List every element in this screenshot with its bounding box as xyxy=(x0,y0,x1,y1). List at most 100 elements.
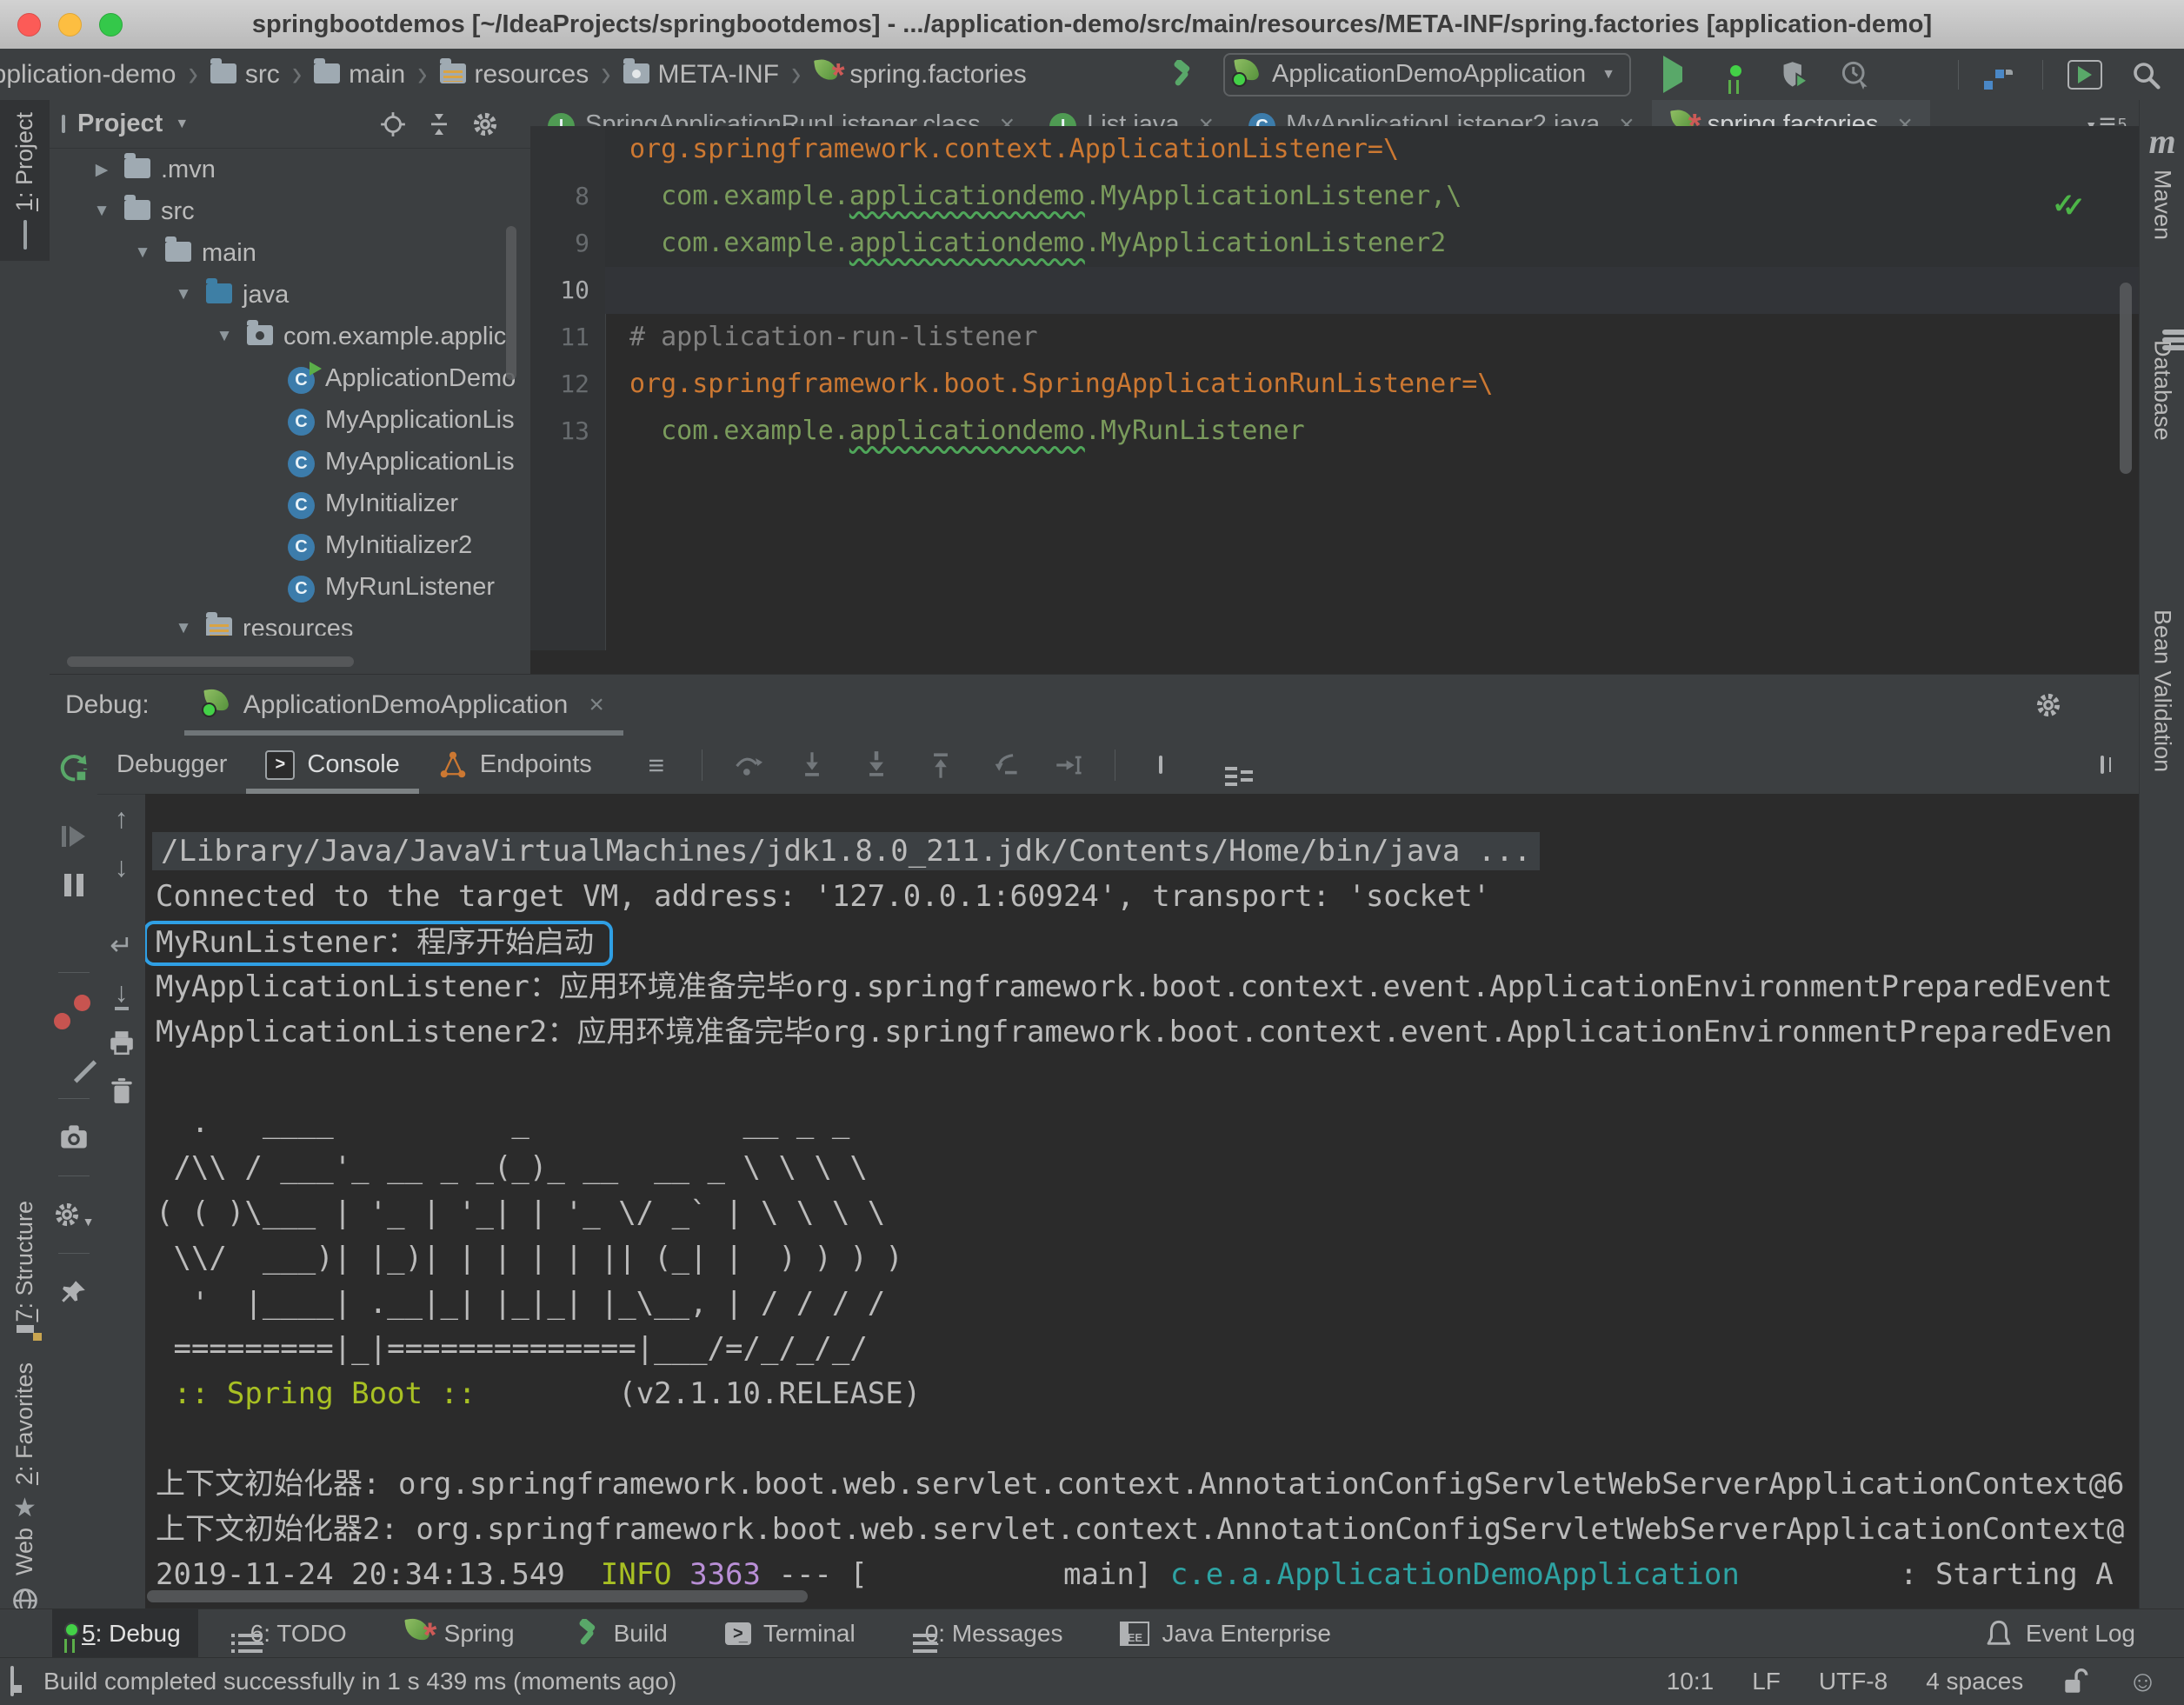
breadcrumb-item[interactable]: *spring.factories xyxy=(813,57,1026,92)
code-line[interactable]: 12org.springframework.boot.SpringApplica… xyxy=(530,361,2139,408)
tree-row[interactable]: ▼resources xyxy=(50,608,530,636)
layout-settings-button[interactable] xyxy=(1206,746,1244,784)
tree-vertical-scrollbar[interactable] xyxy=(506,226,516,380)
debugger-settings-button[interactable]: ▼ xyxy=(55,1195,93,1234)
chevron-expanded-icon[interactable]: ▼ xyxy=(90,202,114,221)
clear-console-button[interactable] xyxy=(103,1072,141,1110)
indent-widget[interactable]: 4 spaces xyxy=(1926,1668,2023,1695)
drop-frame-button[interactable] xyxy=(986,746,1024,784)
toolwindow-button-debug[interactable]: 5: Debug xyxy=(52,1609,198,1658)
toolwindow-button-todo[interactable]: 6: TODO xyxy=(221,1609,364,1658)
build-project-button[interactable] xyxy=(1162,56,1201,94)
tree-row[interactable]: CMyInitializer2 xyxy=(50,524,530,566)
breadcrumb-item[interactable]: src xyxy=(210,59,280,90)
search-everywhere-button[interactable] xyxy=(2127,56,2165,94)
prev-occurrence-button[interactable]: ↑ xyxy=(103,799,141,837)
pin-tab-button[interactable] xyxy=(55,1273,93,1311)
layout-options-button[interactable]: ≡ xyxy=(637,746,676,784)
tree-row[interactable]: ▶.mvn xyxy=(50,149,530,190)
sidebar-item-project[interactable]: 1: Project xyxy=(0,100,50,261)
scroll-to-end-button[interactable]: ↓ xyxy=(103,975,141,1013)
chevron-expanded-icon[interactable]: ▼ xyxy=(212,327,236,346)
editor-vertical-scrollbar[interactable] xyxy=(2120,283,2132,474)
tree-row[interactable]: CMyRunListener xyxy=(50,566,530,608)
sidebar-item-bean-validation[interactable]: Bean Validation xyxy=(2140,587,2184,784)
console-horizontal-scrollbar[interactable] xyxy=(147,1590,808,1602)
code-line[interactable]: 11# application-run-listener xyxy=(530,314,2139,361)
thread-dump-button[interactable] xyxy=(55,1118,93,1156)
step-over-button[interactable] xyxy=(729,746,767,784)
debug-settings-button[interactable] xyxy=(2034,691,2062,719)
breadcrumb-item[interactable]: main xyxy=(314,59,405,90)
close-icon[interactable]: × xyxy=(589,692,604,718)
code-line[interactable]: 9 com.example.applicationdemo.MyApplicat… xyxy=(530,220,2139,267)
sidebar-item-structure[interactable]: 7: Structure xyxy=(0,1189,50,1345)
rerun-button[interactable] xyxy=(55,749,93,788)
run-to-cursor-button[interactable] xyxy=(1050,746,1089,784)
debug-tab-endpoints[interactable]: Endpoints xyxy=(419,736,611,794)
mute-breakpoints-button[interactable] xyxy=(55,1041,93,1079)
toggle-tool-windows-button[interactable] xyxy=(10,1668,14,1695)
tree-horizontal-scrollbar[interactable] xyxy=(67,656,354,667)
tree-row[interactable]: CMyApplicationLis xyxy=(50,399,530,441)
caret-position-widget[interactable]: 10:1 xyxy=(1667,1668,1715,1695)
debug-console[interactable]: /Library/Java/JavaVirtualMachines/jdk1.8… xyxy=(145,794,2139,1609)
run-configuration-select[interactable]: ApplicationDemoApplication ▼ xyxy=(1223,53,1631,97)
debug-tab-console[interactable]: >Console xyxy=(246,736,418,794)
toolwindow-button-build[interactable]: Build xyxy=(555,1609,685,1658)
restore-layout-button[interactable] xyxy=(2083,746,2121,784)
stop-button[interactable] xyxy=(1897,56,1935,94)
close-window-button[interactable] xyxy=(17,13,41,37)
tree-row[interactable]: CMyInitializer xyxy=(50,483,530,524)
pause-button[interactable] xyxy=(55,866,93,904)
lock-widget[interactable] xyxy=(2061,1667,2089,1696)
breadcrumb-item[interactable]: application-demo xyxy=(0,60,176,90)
encoding-widget[interactable]: UTF-8 xyxy=(1819,1668,1888,1695)
print-button[interactable] xyxy=(103,1023,141,1062)
evaluate-expression-button[interactable] xyxy=(1142,746,1180,784)
sidebar-item-favorites[interactable]: 2: Favorites★ xyxy=(0,1350,50,1535)
toolwindow-button-messages[interactable]: 0: Messages xyxy=(896,1609,1081,1658)
view-breakpoints-button[interactable] xyxy=(55,992,93,1030)
minimize-window-button[interactable] xyxy=(58,13,82,37)
code-line[interactable]: 13 com.example.applicationdemo.MyRunList… xyxy=(530,408,2139,455)
debug-session-tab[interactable]: ApplicationDemoApplication × xyxy=(184,675,623,736)
zoom-window-button[interactable] xyxy=(99,13,123,37)
chevron-collapsed-icon[interactable]: ▶ xyxy=(90,160,114,180)
run-with-coverage-button[interactable] xyxy=(1775,56,1814,94)
project-tree[interactable]: ▶.mvn▼src▼main▼java▼com.example.applicCA… xyxy=(50,126,530,636)
resume-button[interactable] xyxy=(55,817,93,856)
tree-row[interactable]: CApplicationDemo xyxy=(50,357,530,399)
step-into-button[interactable] xyxy=(793,746,831,784)
tree-row[interactable]: ▼java xyxy=(50,274,530,316)
profiler-button[interactable] xyxy=(1836,56,1874,94)
toolwindow-button-spring[interactable]: *Spring xyxy=(387,1609,532,1658)
breadcrumb-item[interactable]: resources xyxy=(440,59,589,90)
editor-body[interactable]: org.springframework.context.ApplicationL… xyxy=(530,126,2139,650)
code-line[interactable]: 8 com.example.applicationdemo.MyApplicat… xyxy=(530,173,2139,220)
breadcrumb-item[interactable]: META-INF xyxy=(623,59,779,90)
run-button[interactable] xyxy=(1654,56,1692,94)
line-separator-widget[interactable]: LF xyxy=(1752,1668,1781,1695)
project-structure-button[interactable] xyxy=(1981,56,2020,94)
highlighting-level-widget[interactable]: ☺ xyxy=(2127,1667,2158,1697)
inspection-status-checks-icon[interactable]: ✓✓ xyxy=(2052,187,2090,220)
debug-tab-debugger[interactable]: Debugger xyxy=(97,736,246,794)
tree-row[interactable]: ▼main xyxy=(50,232,530,274)
sidebar-item-database[interactable]: Database xyxy=(2140,317,2184,453)
toolwindow-button-terminal[interactable]: >Terminal xyxy=(708,1609,873,1658)
tree-row[interactable]: CMyApplicationLis xyxy=(50,441,530,483)
next-occurrence-button[interactable]: ↓ xyxy=(103,848,141,886)
debug-button[interactable] xyxy=(1715,56,1753,94)
code-line[interactable]: 10 xyxy=(530,267,2139,314)
tree-row[interactable]: ▼com.example.applic xyxy=(50,316,530,357)
step-out-button[interactable] xyxy=(922,746,960,784)
toolwindow-button-java-enterprise[interactable]: EEJava Enterprise xyxy=(1102,1609,1348,1658)
toolwindow-button-event-log[interactable]: Event Log xyxy=(1967,1609,2153,1658)
chevron-expanded-icon[interactable]: ▼ xyxy=(130,243,155,263)
chevron-expanded-icon[interactable]: ▼ xyxy=(171,285,196,304)
stop-process-button[interactable] xyxy=(55,915,93,953)
tree-row[interactable]: ▼src xyxy=(50,190,530,232)
chevron-expanded-icon[interactable]: ▼ xyxy=(171,619,196,636)
status-message[interactable]: Build completed successfully in 1 s 439 … xyxy=(43,1668,676,1695)
